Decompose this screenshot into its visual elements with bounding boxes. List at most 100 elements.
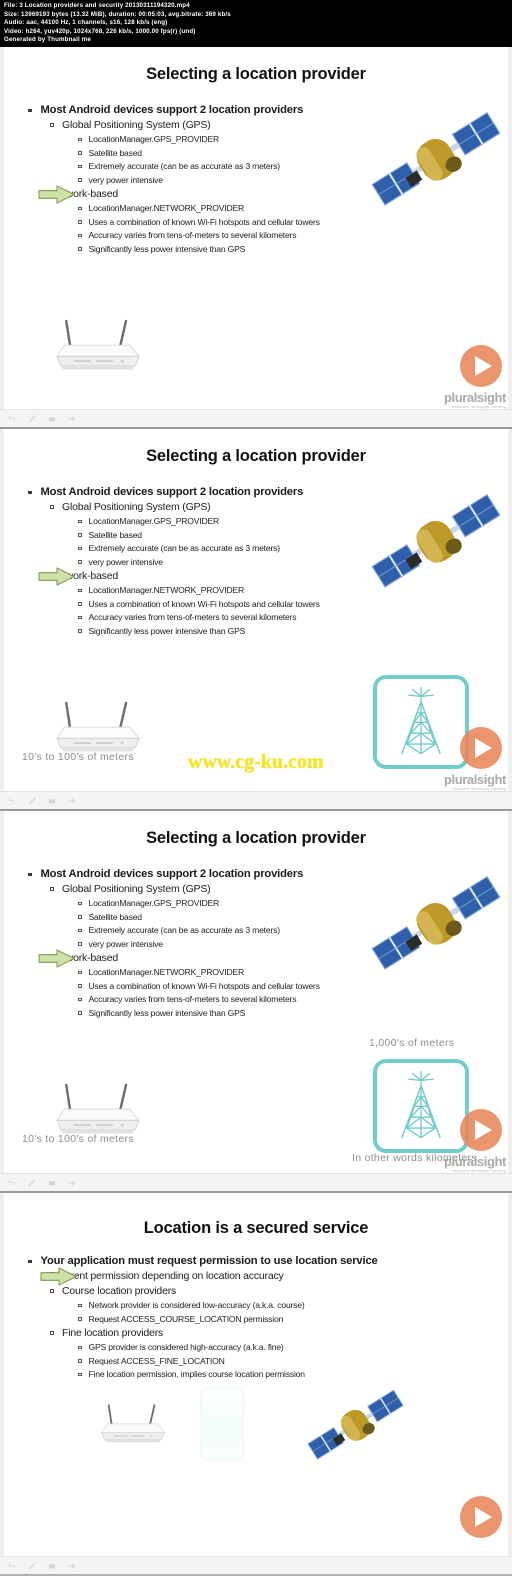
- bullet-text: very power intensive: [88, 556, 164, 567]
- cell-tower-icon: [401, 1070, 441, 1139]
- meters-range-label: 10's to 100's of meters: [22, 1133, 134, 1145]
- bullet-text: Uses a combination of known Wi-Fi hotspo…: [88, 980, 320, 991]
- bullet-text: Most Android devices support 2 location …: [40, 868, 304, 880]
- next-icon[interactable]: [68, 1562, 76, 1570]
- slide-canvas: Selecting a location provider Most Androi…: [0, 47, 512, 427]
- pen-icon[interactable]: [28, 796, 36, 805]
- bullet-hollow-square-icon: [78, 533, 82, 537]
- slide-icon[interactable]: [48, 1179, 56, 1187]
- bullet-square-icon: [28, 108, 32, 112]
- slide-right-margin: [508, 47, 512, 427]
- slide-canvas: Selecting a location provider Most Androi…: [0, 811, 512, 1191]
- bullet-text: LocationManager.GPS_PROVIDER: [88, 516, 220, 526]
- bullet-hollow-square-icon: [50, 1289, 54, 1293]
- bullet-level-2: Course location providers: [50, 1284, 502, 1299]
- video-frame-1[interactable]: Selecting a location provider Most Androi…: [0, 47, 512, 429]
- cell-tower-icon: [401, 686, 441, 755]
- bullet-text: Uses a combination of known Wi-Fi hotspo…: [88, 598, 320, 609]
- play-button-overlay[interactable]: [460, 1496, 502, 1538]
- bullet-text: Fine location permission, implies course…: [88, 1369, 306, 1379]
- slide-title: Selecting a location provider: [146, 65, 366, 83]
- slide-icon[interactable]: [48, 415, 56, 423]
- bullet-text: Satellite based: [88, 529, 143, 540]
- bullet-text: Extremely accurate (can be as accurate a…: [88, 925, 281, 935]
- satellite-graphic: [368, 493, 508, 600]
- slide-icon[interactable]: [48, 1562, 56, 1570]
- next-icon[interactable]: [68, 1179, 76, 1187]
- bullet-text: Satellite based: [88, 911, 143, 922]
- slide-right-margin: [508, 429, 512, 809]
- play-button-overlay[interactable]: [460, 1109, 502, 1151]
- slide-toolbar: [0, 1173, 512, 1191]
- bullet-text: Request ACCESS_COURSE_LOCATION permissio…: [88, 1313, 284, 1324]
- bullet-text: Significantly less power intensive than …: [88, 243, 246, 254]
- meters-range-label: 10's to 100's of meters: [22, 751, 134, 763]
- bullet-text: Uses a combination of known Wi-Fi hotspo…: [88, 216, 320, 227]
- pen-icon[interactable]: [28, 414, 36, 423]
- undo-icon[interactable]: [8, 1179, 16, 1187]
- undo-icon[interactable]: [8, 415, 16, 423]
- bullet-text: LocationManager.GPS_PROVIDER: [88, 898, 220, 908]
- video-frame-2[interactable]: Selecting a location provider Most Androi…: [0, 429, 512, 811]
- bullet-text: very power intensive: [88, 174, 164, 185]
- slide-left-margin: [0, 1193, 4, 1574]
- bullet-hollow-square-icon: [78, 997, 82, 1001]
- bullet-hollow-square-icon: [78, 178, 82, 182]
- bullet-level-3: Accuracy varies from tens-of-meters to s…: [78, 993, 502, 1007]
- slide-title: Selecting a location provider: [146, 829, 366, 847]
- slide-right-margin: [508, 1193, 512, 1574]
- bullet-level-1: Your application must request permission…: [28, 1254, 502, 1269]
- play-button-overlay[interactable]: [460, 727, 502, 769]
- bullet-hollow-square-icon: [78, 220, 82, 224]
- bullet-text: Request ACCESS_FINE_LOCATION: [88, 1355, 225, 1366]
- bullet-hollow-square-icon: [78, 546, 82, 550]
- pluralsight-logo: pluralsight: [443, 1154, 506, 1169]
- slide-canvas: Location is a secured service Your applic…: [0, 1193, 512, 1574]
- bullet-text: very power intensive: [88, 938, 164, 949]
- metadata-audio-line: Audio: aac, 44100 Hz, 1 channels, s16, 1…: [4, 19, 168, 27]
- bullet-hollow-square-icon: [78, 1303, 82, 1307]
- bullet-hollow-square-icon: [50, 887, 54, 891]
- bullet-text: LocationManager.NETWORK_PROVIDER: [88, 967, 245, 977]
- next-icon[interactable]: [68, 415, 76, 423]
- metadata-generated-line: Generated by Thumbnail me: [4, 36, 91, 44]
- metadata-size-line: Size: 13969193 bytes (13.32 MiB), durati…: [4, 10, 231, 18]
- wifi-router-graphic: [90, 1401, 176, 1456]
- bullet-hollow-square-icon: [78, 915, 82, 919]
- bullet-hollow-square-icon: [78, 151, 82, 155]
- satellite-graphic: [305, 1389, 409, 1470]
- thumbnail-contact-sheet: Selecting a location provider Most Androi…: [0, 47, 512, 1576]
- bullet-text: Satellite based: [88, 147, 143, 158]
- bullet-text: GPS provider is considered high-accuracy…: [88, 1342, 284, 1352]
- bullet-hollow-square-icon: [78, 1372, 82, 1376]
- satellite-icon: [371, 875, 501, 970]
- video-frame-3[interactable]: Selecting a location provider Most Androi…: [0, 811, 512, 1193]
- satellite-icon: [371, 111, 501, 206]
- play-button-overlay[interactable]: [460, 345, 502, 387]
- bullet-text: Network-based: [50, 570, 119, 582]
- slide-icon[interactable]: [48, 797, 56, 805]
- slide-bullet-list: Your application must request permission…: [28, 1254, 502, 1382]
- metadata-video-line: Video: h264, yuv420p, 1024x768, 226 kb/s…: [4, 27, 196, 35]
- wifi-router-graphic: [42, 315, 154, 386]
- pluralsight-logo: pluralsight: [443, 390, 506, 405]
- undo-icon[interactable]: [8, 797, 16, 805]
- pen-icon[interactable]: [28, 1178, 36, 1187]
- bullet-hollow-square-icon: [78, 164, 82, 168]
- cell-tower-card: [373, 675, 469, 769]
- bullet-text: Different permission depending on locati…: [50, 1270, 284, 1282]
- pen-icon[interactable]: [28, 1561, 36, 1570]
- metadata-file-line: File: 3 Location providers and security …: [4, 2, 190, 9]
- bullet-text: Significantly less power intensive than …: [88, 625, 246, 636]
- slide-toolbar: [0, 409, 512, 427]
- slide-left-margin: [0, 811, 4, 1191]
- bullet-level-3: Request ACCESS_FINE_LOCATION: [78, 1355, 502, 1369]
- bullet-hollow-square-icon: [78, 1317, 82, 1321]
- slide-left-margin: [0, 429, 4, 809]
- next-icon[interactable]: [68, 797, 76, 805]
- bullet-hollow-square-icon: [78, 629, 82, 633]
- bullet-hollow-square-icon: [78, 588, 82, 592]
- video-frame-4[interactable]: Location is a secured service Your applic…: [0, 1193, 512, 1574]
- undo-icon[interactable]: [8, 1562, 16, 1570]
- bullet-level-3: Significantly less power intensive than …: [78, 1007, 502, 1021]
